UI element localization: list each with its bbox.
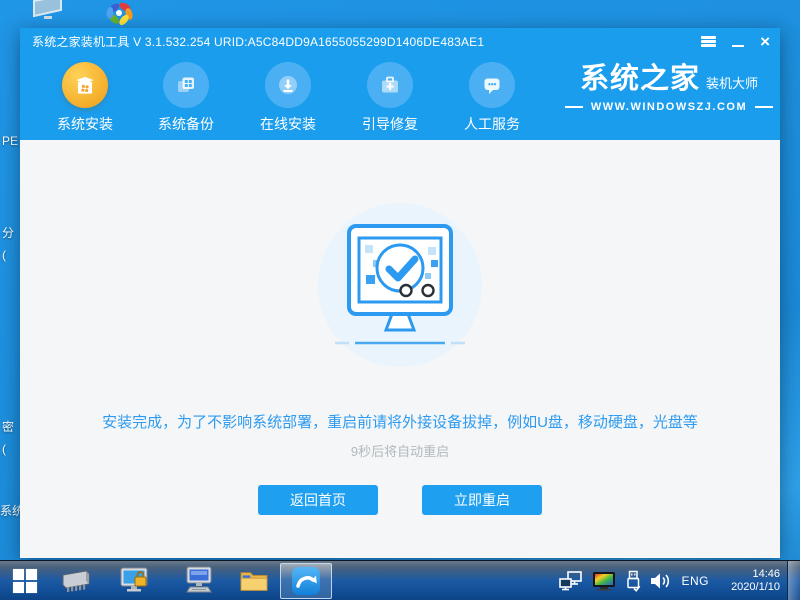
nav-label: 系统安装 (57, 116, 113, 132)
nav-backup-icon (163, 62, 209, 108)
start-icon (12, 568, 38, 593)
clock[interactable]: 14:46 2020/1/10 (718, 568, 780, 594)
nav-item-system-install[interactable]: 系统安装 (35, 62, 135, 134)
desktop-label-system[interactable]: 系统 (0, 502, 20, 519)
menu-icon[interactable] (701, 33, 717, 51)
desktop-label-password-2[interactable]: ( (2, 442, 22, 456)
nav-label: 引导修复 (362, 116, 418, 132)
remote-computer-icon[interactable] (176, 561, 222, 600)
close-icon[interactable]: × (760, 33, 770, 51)
network-icon[interactable] (559, 570, 583, 591)
ram-chip-icon[interactable] (54, 561, 98, 600)
nav-label: 系统备份 (158, 116, 214, 132)
nav-item-customer-service[interactable]: 人工服务 (442, 62, 542, 134)
nav-install-icon (62, 62, 108, 108)
restart-countdown: 9秒后将自动重启 (350, 444, 450, 459)
screen-lock-icon[interactable] (112, 561, 158, 600)
restart-now-button[interactable]: 立即重启 (422, 485, 542, 515)
nav-label: 人工服务 (464, 116, 520, 132)
usb-icon[interactable] (625, 570, 641, 592)
brand-subtitle: 装机大师 (706, 76, 759, 91)
clock-date: 2020/1/10 (731, 580, 780, 593)
desktop-computer-icon[interactable] (30, 0, 66, 27)
nav-item-system-backup[interactable]: 系统备份 (136, 62, 236, 134)
start-button[interactable] (4, 561, 46, 600)
nav-service-icon (469, 62, 515, 108)
success-monitor-illustration (318, 203, 482, 367)
back-home-button[interactable]: 返回首页 (258, 485, 378, 515)
nav-label: 在线安装 (260, 116, 316, 132)
nav-repair-icon (367, 62, 413, 108)
desktop-flower-icon[interactable] (104, 0, 136, 31)
desktop-label-partition[interactable]: 分 (2, 224, 22, 241)
window-title: 系统之家装机工具 V 3.1.532.254 URID:A5C84DD9A165… (32, 35, 485, 49)
app-swoosh-icon (292, 567, 320, 595)
desktop-label-pe[interactable]: PE (2, 134, 22, 148)
desktop-label-partition-2[interactable]: ( (2, 248, 22, 262)
brand-website: WWW.WINDOWSZJ.COM (590, 101, 748, 113)
desktop-label-password[interactable]: 密 (2, 418, 22, 435)
nav-item-boot-repair[interactable]: 引导修复 (340, 62, 440, 134)
main-content: 安装完成，为了不影响系统部署，重启前请将外接设备拔掉，例如U盘，移动硬盘，光盘等… (20, 140, 780, 558)
nav-header: 系统安装 系统备份 在线安装 引导修复 人工服务 系统之家 装机大师 WWW.W… (20, 55, 780, 140)
install-complete-message: 安装完成，为了不影响系统部署，重启前请将外接设备拔掉，例如U盘，移动硬盘，光盘等 (102, 414, 698, 431)
nav-online-icon (265, 62, 311, 108)
minimize-icon[interactable] (732, 33, 745, 51)
file-explorer-icon[interactable] (232, 561, 276, 600)
zhuangji-app-button[interactable] (280, 563, 332, 599)
installer-window: 系统之家装机工具 V 3.1.532.254 URID:A5C84DD9A165… (20, 28, 780, 558)
language-indicator[interactable]: ENG (681, 574, 709, 588)
system-tray: ENG 14:46 2020/1/10 (559, 561, 780, 600)
taskbar: ENG 14:46 2020/1/10 (0, 560, 800, 600)
nav-item-online-install[interactable]: 在线安装 (238, 62, 338, 134)
volume-icon[interactable] (650, 572, 672, 590)
brand-logo: 系统之家 装机大师 WWW.WINDOWSZJ.COM (560, 65, 778, 113)
brand-name: 系统之家 (579, 63, 700, 95)
titlebar[interactable]: 系统之家装机工具 V 3.1.532.254 URID:A5C84DD9A165… (20, 28, 780, 55)
show-desktop-button[interactable] (787, 561, 800, 600)
display-color-icon[interactable] (592, 571, 616, 591)
clock-time: 14:46 (752, 567, 780, 580)
